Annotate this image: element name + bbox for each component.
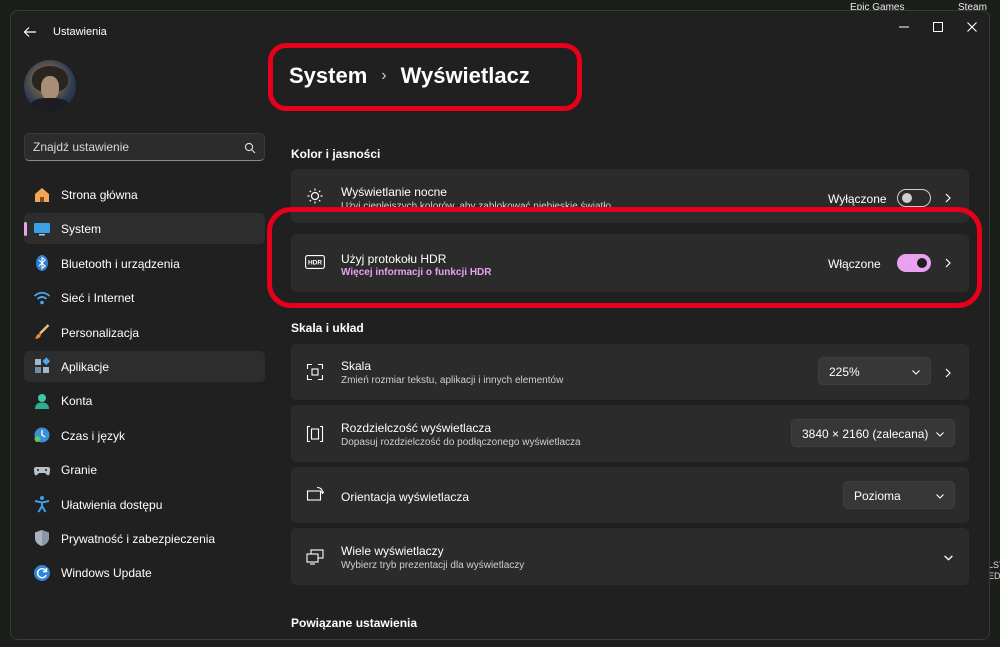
sidebar-item-label: Czas i język — [61, 428, 126, 443]
monitor-icon — [32, 219, 51, 238]
accessibility-icon — [32, 495, 51, 514]
resolution-subtitle: Dopasuj rozdzielczość do podłączonego wy… — [341, 437, 581, 448]
scale-subtitle: Zmień rozmiar tekstu, aplikacji i innych… — [341, 375, 564, 386]
resolution-dropdown[interactable]: 3840 × 2160 (zalecana) — [791, 419, 955, 447]
section-title-related: Powiązane ustawienia — [291, 616, 418, 630]
wifi-icon — [32, 288, 51, 307]
sidebar-item-label: Sieć i Internet — [61, 291, 135, 306]
apps-icon — [32, 357, 51, 376]
sidebar-item-bluetooth[interactable]: Bluetooth i urządzenia — [24, 248, 265, 279]
sidebar-item-network[interactable]: Sieć i Internet — [24, 282, 265, 313]
account-icon — [32, 391, 51, 410]
scale-title: Skala — [341, 359, 372, 373]
home-icon — [32, 185, 51, 204]
chevron-right-icon[interactable] — [942, 367, 954, 379]
sidebar-item-home[interactable]: Strona główna — [24, 179, 265, 210]
minimize-button[interactable] — [893, 17, 915, 37]
scale-dropdown[interactable]: 225% — [818, 357, 931, 385]
chevron-right-icon[interactable] — [942, 192, 954, 204]
sidebar-item-label: Ułatwienia dostępu — [61, 497, 163, 512]
search-input[interactable] — [33, 139, 233, 155]
night-light-status: Wyłączone — [828, 192, 887, 206]
sidebar-item-system[interactable]: System — [24, 213, 265, 245]
app-title: Ustawienia — [53, 26, 107, 38]
sidebar-item-time-language[interactable]: Czas i język — [24, 420, 265, 451]
sidebar-item-label: Konta — [61, 394, 93, 409]
sidebar-item-privacy[interactable]: Prywatność i zabezpieczenia — [24, 523, 265, 554]
brush-icon — [32, 323, 51, 342]
chevron-down-icon — [910, 366, 921, 377]
scale-dropdown-value: 225% — [829, 365, 860, 379]
resolution-icon — [305, 424, 325, 444]
orientation-dropdown-value: Pozioma — [854, 489, 901, 503]
search-icon[interactable] — [244, 141, 256, 159]
annotation-highlight-hdr — [267, 207, 982, 308]
orientation-card[interactable]: Orientacja wyświetlacza Pozioma — [291, 467, 969, 523]
sidebar-item-label: Granie — [61, 463, 98, 478]
time-language-icon — [32, 426, 51, 445]
multiple-displays-icon — [305, 547, 325, 567]
sidebar-item-label: Bluetooth i urządzenia — [61, 256, 180, 271]
resolution-title: Rozdzielczość wyświetlacza — [341, 421, 492, 435]
shield-icon — [32, 529, 51, 548]
resolution-dropdown-value: 3840 × 2160 (zalecana) — [802, 427, 929, 441]
back-arrow-icon — [23, 27, 36, 37]
settings-search — [24, 133, 265, 161]
gamepad-icon — [32, 460, 51, 479]
chevron-down-icon — [934, 428, 945, 439]
user-avatar[interactable] — [24, 60, 76, 112]
sidebar-item-label: Prywatność i zabezpieczenia — [61, 531, 216, 546]
multiple-displays-card[interactable]: Wiele wyświetlaczy Wybierz tryb prezenta… — [291, 528, 969, 585]
close-button[interactable] — [961, 17, 983, 37]
sidebar-item-accessibility[interactable]: Ułatwienia dostępu — [24, 489, 265, 520]
annotation-highlight-breadcrumb — [268, 43, 582, 111]
sidebar-nav: Strona główna System Bluetooth i urządze… — [24, 179, 265, 592]
section-title-color: Kolor i jasności — [291, 147, 381, 161]
section-title-scale: Skala i układ — [291, 321, 364, 335]
sidebar-item-accounts[interactable]: Konta — [24, 385, 265, 416]
minimize-icon — [899, 26, 909, 28]
sidebar-item-personalization[interactable]: Personalizacja — [24, 317, 265, 348]
orientation-icon — [305, 485, 325, 505]
bluetooth-icon — [32, 254, 51, 273]
update-icon — [32, 563, 51, 582]
back-button[interactable] — [21, 23, 39, 41]
brightness-icon — [305, 186, 325, 206]
sidebar-item-label: System — [61, 222, 102, 237]
sidebar-item-label: Personalizacja — [61, 325, 140, 340]
orientation-title: Orientacja wyświetlacza — [341, 490, 470, 504]
scale-icon — [305, 362, 325, 382]
sidebar-item-windows-update[interactable]: Windows Update — [24, 557, 265, 588]
maximize-icon — [933, 22, 943, 32]
settings-window: Ustawienia Strona główna — [10, 10, 990, 640]
maximize-button[interactable] — [927, 17, 949, 37]
sidebar-item-label: Strona główna — [61, 188, 138, 202]
sidebar-item-gaming[interactable]: Granie — [24, 454, 265, 485]
night-light-title: Wyświetlanie nocne — [341, 185, 447, 199]
sidebar-item-label: Aplikacje — [61, 359, 110, 374]
night-light-toggle[interactable] — [897, 189, 931, 207]
orientation-dropdown[interactable]: Pozioma — [843, 481, 955, 509]
close-icon — [967, 22, 977, 32]
multiple-displays-subtitle: Wybierz tryb prezentacji dla wyświetlacz… — [341, 560, 525, 571]
chevron-down-icon — [934, 490, 945, 501]
resolution-card[interactable]: Rozdzielczość wyświetlacza Dopasuj rozdz… — [291, 405, 969, 462]
multiple-displays-title: Wiele wyświetlaczy — [341, 544, 444, 558]
scale-card[interactable]: Skala Zmień rozmiar tekstu, aplikacji i … — [291, 344, 969, 400]
chevron-down-icon[interactable] — [942, 551, 954, 563]
sidebar-item-apps[interactable]: Aplikacje — [24, 350, 265, 382]
sidebar-item-label: Windows Update — [61, 566, 152, 581]
